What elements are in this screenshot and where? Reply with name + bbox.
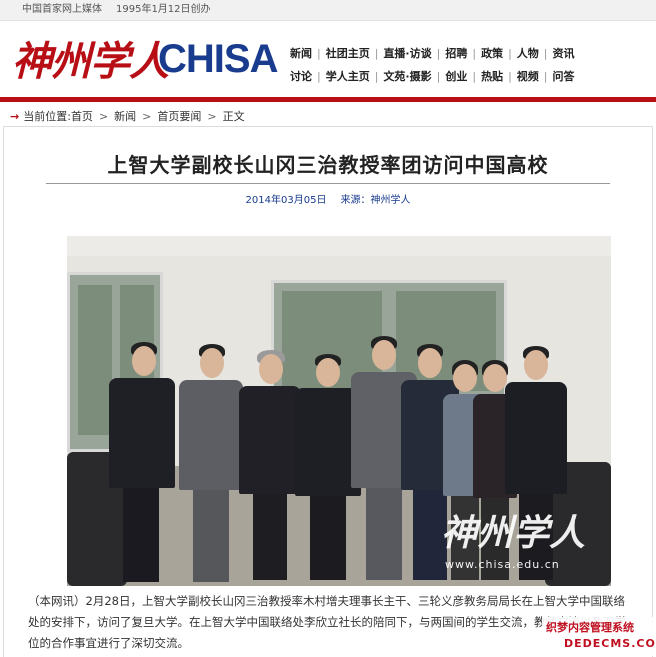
logo-english[interactable]: CHISA (158, 37, 278, 82)
nav-link-qa[interactable]: 问答 (553, 70, 575, 83)
logo-chinese[interactable]: 神州学人 (12, 29, 169, 87)
chevron-right-icon: > (207, 110, 217, 123)
breadcrumb-home[interactable]: 首页 (71, 110, 93, 123)
photo-watermark-logo: 神州学人 (441, 512, 586, 554)
nav-link-people[interactable]: 人物 (517, 47, 539, 60)
site-header: 神州学人 CHISA 新闻 | 社团主页 | 直播·访谈 | 招聘 | 政策 | 人物 | 资讯 讨论 |… (0, 21, 656, 97)
breadcrumb-current: 正文 (222, 110, 245, 123)
nav-link-video[interactable]: 视频 (517, 70, 539, 83)
nav-link-startup[interactable]: 创业 (445, 70, 467, 83)
title-divider (46, 183, 610, 184)
cms-badge-domain: DEDECMS.COM (564, 637, 656, 650)
nav-link-info[interactable]: 资讯 (553, 47, 575, 60)
nav-link-literature-photo[interactable]: 文苑·摄影 (383, 70, 431, 83)
nav-link-live-interview[interactable]: 直播·访谈 (383, 47, 431, 60)
arrow-right-icon: → (10, 110, 20, 123)
article-source: 来源：神州学人 (340, 195, 411, 206)
article-photo: 神州学人 www.chisa.edu.cn (67, 236, 611, 586)
breadcrumb-news[interactable]: 新闻 (114, 110, 136, 123)
chevron-right-icon: > (142, 110, 152, 123)
nav-link-scholar-pages[interactable]: 学人主页 (326, 70, 370, 83)
site-slogan: 中国首家网上媒体 (22, 4, 102, 15)
breadcrumb-headlines[interactable]: 首页要闻 (157, 110, 201, 123)
top-info-bar: 中国首家网上媒体 1995年1月12日创办 (0, 0, 656, 21)
founded-date: 1995年1月12日创办 (116, 4, 211, 15)
main-nav-row-2: 讨论 | 学人主页 | 文苑·摄影 | 创业 | 热贴 | 视频 | 问答 (290, 70, 575, 83)
article-container: 上智大学副校长山冈三治教授率团访问中国高校 2014年03月05日 来源：神州学人 (3, 126, 653, 657)
chevron-right-icon: > (98, 110, 109, 123)
nav-link-news[interactable]: 新闻 (290, 47, 312, 60)
article-date: 2014年03月05日 (245, 195, 327, 206)
cms-watermark-badge: 织梦内容管理系统 DEDECMS.COM (542, 617, 656, 656)
nav-link-hot-posts[interactable]: 热贴 (481, 70, 503, 83)
nav-link-policy[interactable]: 政策 (481, 47, 503, 60)
article-title: 上智大学副校长山冈三治教授率团访问中国高校 (107, 153, 549, 177)
article-meta: 2014年03月05日 来源：神州学人 (4, 191, 652, 206)
cms-badge-text: 织梦内容管理系统 (546, 621, 634, 634)
nav-link-societies[interactable]: 社团主页 (326, 47, 370, 60)
header-divider (0, 97, 656, 102)
main-nav-row-1: 新闻 | 社团主页 | 直播·访谈 | 招聘 | 政策 | 人物 | 资讯 (290, 47, 575, 60)
breadcrumb-label: 当前位置: (23, 110, 71, 123)
photo-watermark-url: www.chisa.edu.cn (445, 558, 560, 571)
nav-link-discussion[interactable]: 讨论 (290, 70, 312, 83)
breadcrumb: → 当前位置:首页 > 新闻 > 首页要闻 > 正文 (10, 108, 245, 124)
nav-link-jobs[interactable]: 招聘 (445, 47, 467, 60)
